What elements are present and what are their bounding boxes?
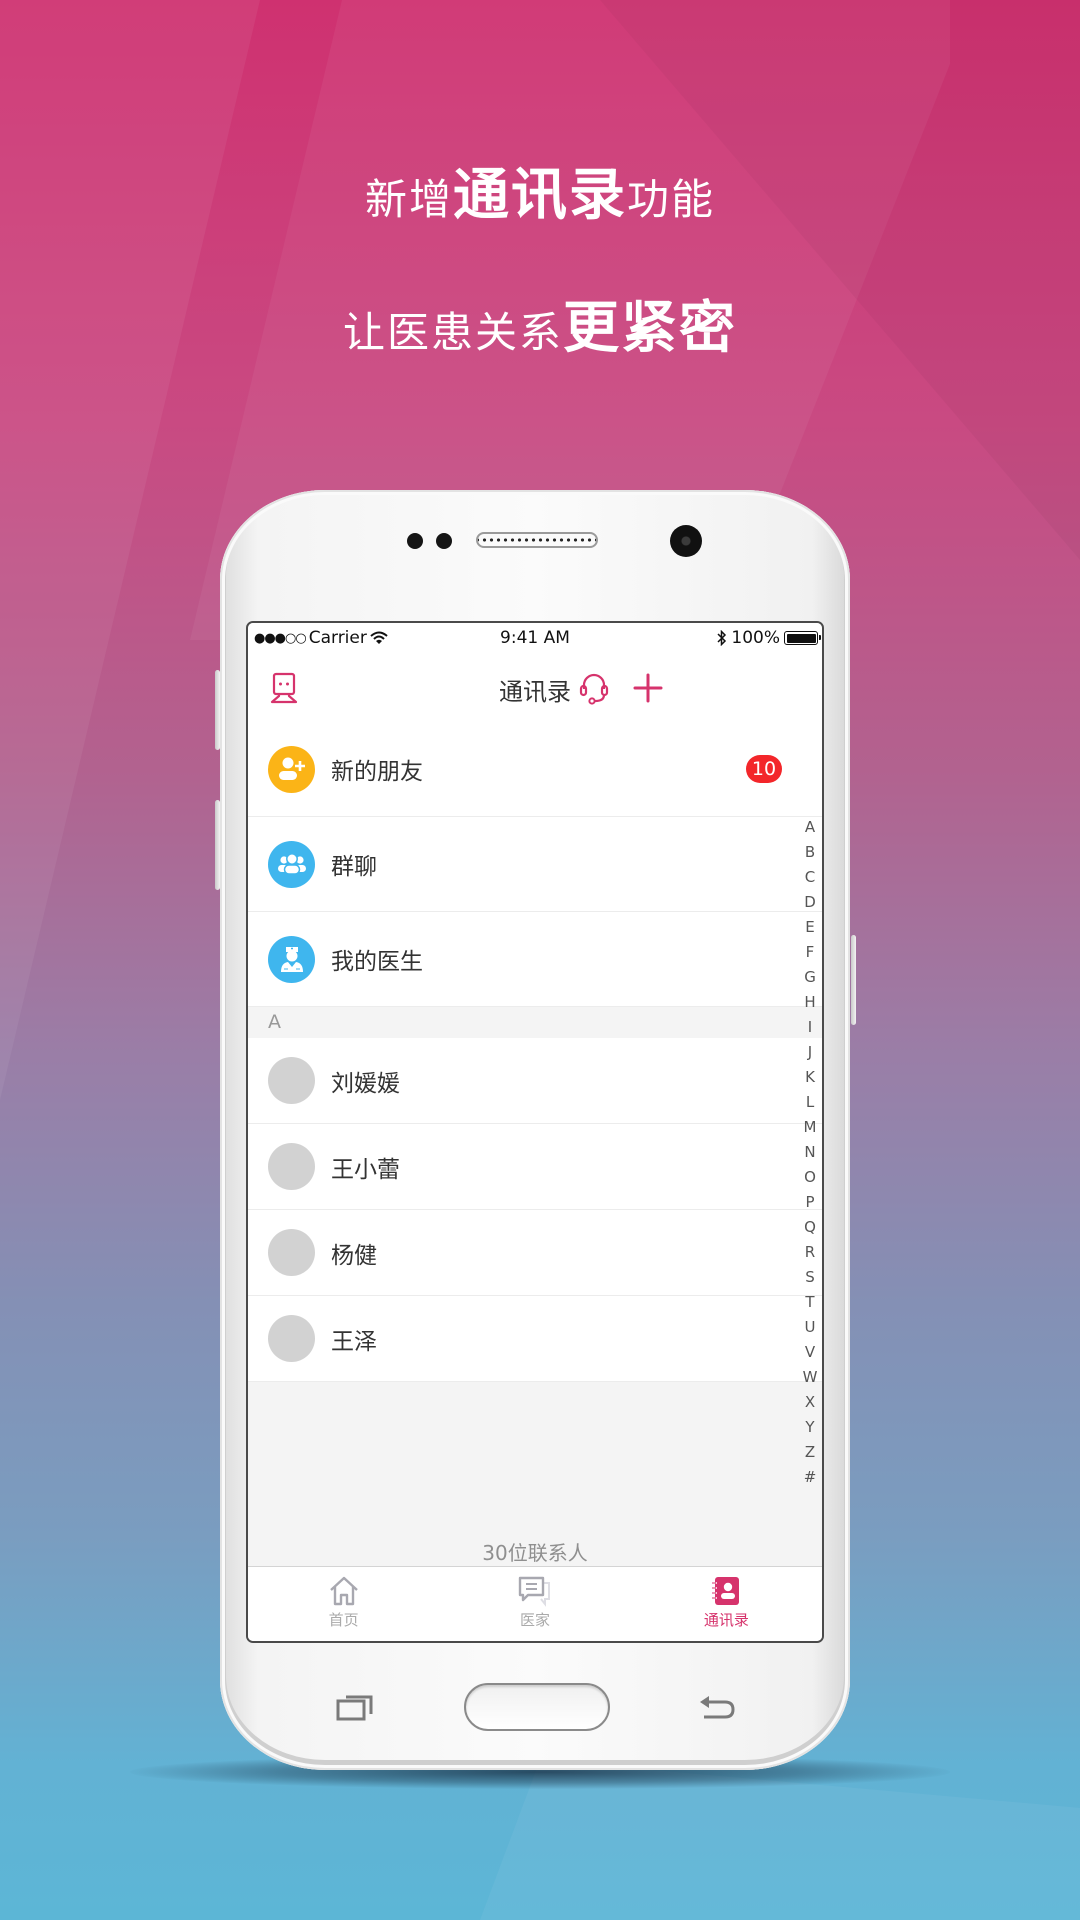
front-camera bbox=[670, 525, 702, 557]
index-letter[interactable]: M bbox=[804, 1115, 817, 1140]
bluetooth-icon bbox=[717, 630, 727, 646]
contact-name: 王泽 bbox=[331, 1328, 377, 1355]
home-button bbox=[464, 1683, 610, 1731]
contact-name: 王小蕾 bbox=[331, 1156, 400, 1183]
doctor-icon bbox=[268, 935, 315, 983]
index-letter[interactable]: Z bbox=[805, 1440, 815, 1465]
avatar bbox=[268, 1315, 315, 1362]
avatar bbox=[268, 1229, 315, 1276]
new-friends-row[interactable]: 新的朋友 10 bbox=[248, 722, 822, 817]
chat-icon bbox=[518, 1576, 550, 1607]
back-icon bbox=[700, 1696, 735, 1719]
status-bar: ●●●○○ Carrier 9:41 AM 100% bbox=[248, 623, 822, 654]
headline-emphasis: 通讯录 bbox=[453, 163, 627, 228]
contact-name: 杨健 bbox=[331, 1242, 377, 1269]
index-letter[interactable]: P bbox=[805, 1190, 814, 1215]
contacts-icon bbox=[712, 1577, 740, 1605]
index-letter[interactable]: D bbox=[804, 890, 816, 915]
add-friend-icon bbox=[268, 745, 315, 793]
headline-text: 功能 bbox=[627, 175, 716, 224]
index-letter[interactable]: I bbox=[808, 1015, 812, 1040]
page-title: 通讯录 bbox=[499, 678, 571, 706]
group-icon bbox=[268, 840, 315, 888]
row-label: 我的医生 bbox=[331, 949, 423, 975]
avatar bbox=[268, 1057, 315, 1104]
index-letter[interactable]: V bbox=[805, 1340, 815, 1365]
contact-row[interactable]: 刘媛媛 bbox=[248, 1038, 822, 1124]
headline-text: 让医患关系 bbox=[342, 308, 563, 357]
group-chat-row[interactable]: 群聊 bbox=[248, 817, 822, 912]
promo-headline-2: 让医患关系更紧密 bbox=[0, 283, 1080, 364]
navigation-bar: 通讯录 bbox=[248, 654, 822, 723]
power-button bbox=[851, 935, 856, 1025]
index-letter[interactable]: E bbox=[805, 915, 814, 940]
index-letter[interactable]: G bbox=[804, 965, 816, 990]
contact-row[interactable]: 王小蕾 bbox=[248, 1124, 822, 1210]
row-label: 新的朋友 bbox=[331, 759, 423, 785]
tab-label: 通讯录 bbox=[703, 1611, 749, 1629]
battery-percent: 100% bbox=[731, 628, 780, 648]
tab-label: 医家 bbox=[519, 1611, 550, 1629]
index-letter[interactable]: S bbox=[805, 1265, 815, 1290]
light-sensor bbox=[436, 533, 452, 549]
index-letter[interactable]: A bbox=[805, 815, 815, 840]
headset-icon[interactable] bbox=[576, 670, 612, 706]
my-doctors-row[interactable]: 我的医生 bbox=[248, 912, 822, 1007]
headline-text: 新增 bbox=[364, 175, 453, 224]
contact-count: 30位联系人 bbox=[482, 1541, 588, 1565]
index-letter[interactable]: K bbox=[805, 1065, 815, 1090]
tab-home[interactable]: 首页 bbox=[248, 1567, 439, 1641]
contact-row[interactable]: 王泽 bbox=[248, 1296, 822, 1382]
section-header: A bbox=[248, 1007, 822, 1038]
tab-contacts[interactable]: 通讯录 bbox=[631, 1567, 822, 1641]
contact-name: 刘媛媛 bbox=[331, 1070, 400, 1097]
proximity-sensor bbox=[407, 533, 423, 549]
tab-bar: 首页 医家 通讯录 bbox=[248, 1566, 822, 1641]
index-letter[interactable]: B bbox=[805, 840, 815, 865]
background-facet bbox=[600, 0, 1080, 560]
home-icon bbox=[329, 1576, 358, 1606]
alphabet-index[interactable]: A B C D E F G H I J K L M N O P Q R S T U V W X Y Z # bbox=[800, 815, 820, 1490]
index-letter[interactable]: T bbox=[805, 1290, 814, 1315]
index-letter[interactable]: # bbox=[804, 1465, 817, 1490]
index-letter[interactable]: Y bbox=[805, 1415, 814, 1440]
avatar bbox=[268, 1143, 315, 1190]
index-letter[interactable]: N bbox=[804, 1140, 815, 1165]
tab-label: 首页 bbox=[328, 1611, 359, 1629]
index-letter[interactable]: C bbox=[805, 865, 815, 890]
phone-screen: ●●●○○ Carrier 9:41 AM 100% 通讯录 新的朋友 10 群… bbox=[246, 621, 824, 1643]
contact-row[interactable]: 杨健 bbox=[248, 1210, 822, 1296]
unread-badge: 10 bbox=[746, 755, 782, 783]
index-letter[interactable]: Q bbox=[804, 1215, 816, 1240]
battery-icon bbox=[784, 631, 821, 645]
promo-headline-1: 新增通讯录功能 bbox=[0, 150, 1080, 231]
index-letter[interactable]: O bbox=[804, 1165, 816, 1190]
index-letter[interactable]: J bbox=[808, 1040, 812, 1065]
contact-list: 新的朋友 10 群聊 我的医生 A 刘媛媛 王小蕾 杨健 王泽 bbox=[248, 722, 822, 1382]
index-letter[interactable]: X bbox=[805, 1390, 815, 1415]
headline-emphasis: 更紧密 bbox=[563, 296, 737, 361]
index-letter[interactable]: W bbox=[803, 1365, 818, 1390]
index-letter[interactable]: F bbox=[806, 940, 815, 965]
earpiece-speaker bbox=[476, 532, 598, 548]
index-letter[interactable]: R bbox=[805, 1240, 815, 1265]
index-letter[interactable]: L bbox=[806, 1090, 814, 1115]
recent-apps-icon bbox=[336, 1695, 373, 1721]
tab-doctors[interactable]: 医家 bbox=[439, 1567, 630, 1641]
row-label: 群聊 bbox=[331, 854, 377, 880]
index-letter[interactable]: H bbox=[804, 990, 815, 1015]
index-letter[interactable]: U bbox=[805, 1315, 816, 1340]
plus-icon[interactable] bbox=[630, 670, 666, 706]
